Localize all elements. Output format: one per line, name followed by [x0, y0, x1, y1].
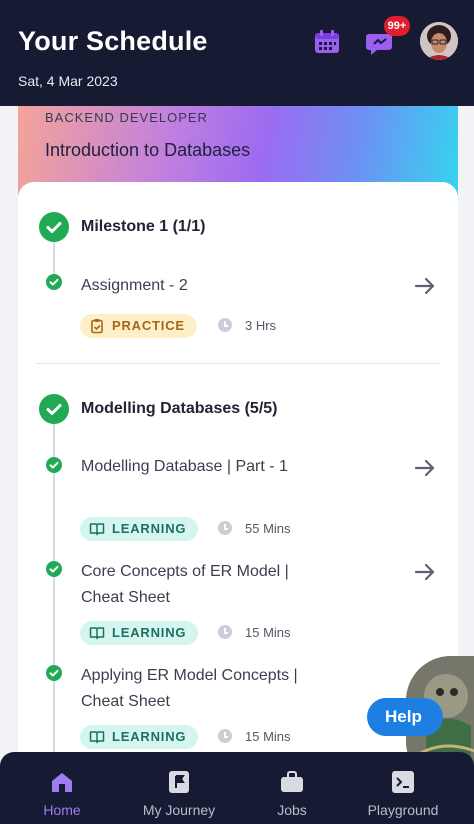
duration: 15 Mins — [245, 625, 291, 640]
help-button[interactable]: Help — [367, 698, 443, 736]
bottom-nav: Home My Journey Jobs Playground — [0, 752, 474, 824]
duration: 55 Mins — [245, 521, 291, 536]
avatar[interactable] — [420, 22, 458, 60]
nav-my-journey[interactable]: My Journey — [128, 752, 230, 824]
book-icon — [89, 731, 105, 744]
learning-tag: LEARNING — [80, 517, 199, 541]
nav-label: Jobs — [277, 802, 307, 818]
clock-icon — [218, 521, 232, 535]
item-title[interactable]: Assignment - 2 — [81, 273, 321, 299]
nav-label: My Journey — [142, 802, 216, 818]
item-title[interactable]: Applying ER Model Concepts | Cheat Sheet — [81, 663, 301, 715]
milestone-complete-icon — [39, 212, 69, 242]
clock-icon — [218, 729, 232, 743]
nav-label: Playground — [367, 802, 439, 818]
item-complete-icon — [46, 561, 62, 577]
divider — [36, 363, 440, 364]
nav-home[interactable]: Home — [22, 752, 102, 824]
milestone-title: Modelling Databases (5/5) — [81, 400, 278, 417]
terminal-icon — [392, 771, 414, 793]
duration: 15 Mins — [245, 729, 291, 744]
duration: 3 Hrs — [245, 318, 277, 333]
item-complete-icon — [46, 274, 62, 290]
item-title[interactable]: Modelling Database | Part - 1 — [81, 454, 301, 480]
flag-icon — [169, 771, 189, 793]
course-category: BACKEND DEVELOPER — [45, 110, 208, 125]
schedule-card: Milestone 1 (1/1) Assignment - 2 PRACTIC… — [18, 182, 458, 782]
briefcase-icon — [281, 771, 303, 792]
home-icon — [52, 773, 72, 792]
arrow-right-icon[interactable] — [414, 563, 436, 581]
clock-icon — [218, 625, 232, 639]
calendar-icon[interactable] — [314, 30, 340, 54]
learning-tag: LEARNING — [80, 621, 199, 645]
book-icon — [89, 627, 105, 640]
notification-badge: 99+ — [384, 16, 410, 36]
app-header: Your Schedule Sat, 4 Mar 2023 99+ — [0, 0, 474, 106]
nav-jobs[interactable]: Jobs — [252, 752, 332, 824]
schedule-date: Sat, 4 Mar 2023 — [18, 73, 118, 89]
course-title: Introduction to Databases — [45, 140, 251, 160]
tag-label: PRACTICE — [112, 318, 185, 333]
clipboard-icon — [91, 319, 103, 334]
learning-tag: LEARNING — [80, 725, 199, 749]
book-icon — [89, 523, 105, 536]
tag-label: LEARNING — [112, 625, 187, 640]
tag-label: LEARNING — [112, 521, 187, 536]
tag-label: LEARNING — [112, 729, 187, 744]
nav-playground[interactable]: Playground — [352, 752, 454, 824]
milestone-title: Milestone 1 (1/1) — [81, 218, 206, 235]
milestone-complete-icon — [39, 394, 69, 424]
item-complete-icon — [46, 457, 62, 473]
item-complete-icon — [46, 665, 62, 681]
item-title[interactable]: Core Concepts of ER Model | Cheat Sheet — [81, 559, 301, 611]
nav-label: Home — [43, 802, 81, 818]
page-title: Your Schedule — [18, 26, 208, 56]
clock-icon — [218, 318, 232, 332]
arrow-right-icon[interactable] — [414, 459, 436, 477]
practice-tag: PRACTICE — [80, 314, 197, 338]
arrow-right-icon[interactable] — [414, 277, 436, 295]
